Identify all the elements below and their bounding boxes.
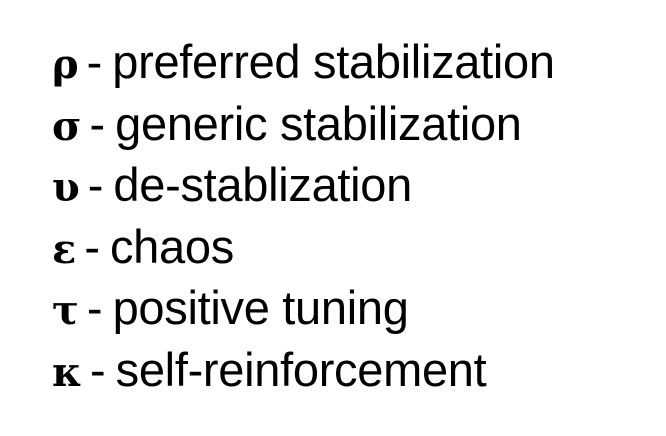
legend-item-rho: ρ - preferred stabilization [52,38,555,100]
legend-item-tau: τ - positive tuning [52,284,555,346]
separator-dash: - [86,281,103,334]
separator-dash: - [89,342,106,396]
label-self-reinforcement: self-reinforcement [115,342,487,396]
legend-item-epsilon: ε - chaos [52,223,555,285]
symbol-tau: τ [52,287,79,334]
separator-dash: - [89,96,106,150]
separator-dash: - [84,219,100,273]
symbol-rho: ρ [52,41,79,88]
symbol-upsilon: υ [52,164,80,211]
symbol-kappa: κ [52,348,82,396]
legend-item-upsilon: υ - de-stablization [52,161,555,223]
label-generic-stabilization: generic stabilization [115,96,522,150]
symbol-sigma: σ [52,102,82,150]
symbol-legend-list: ρ - preferred stabilization σ - generic … [52,38,555,407]
separator-dash: - [86,35,103,88]
label-de-stablization: de-stablization [113,158,412,211]
label-preferred-stabilization: preferred stabilization [112,35,555,88]
separator-dash: - [87,158,104,211]
legend-item-kappa: κ - self-reinforcement [52,346,555,408]
symbol-epsilon: ε [52,225,77,273]
label-positive-tuning: positive tuning [112,281,409,334]
legend-item-sigma: σ - generic stabilization [52,100,555,162]
label-chaos: chaos [109,219,234,273]
